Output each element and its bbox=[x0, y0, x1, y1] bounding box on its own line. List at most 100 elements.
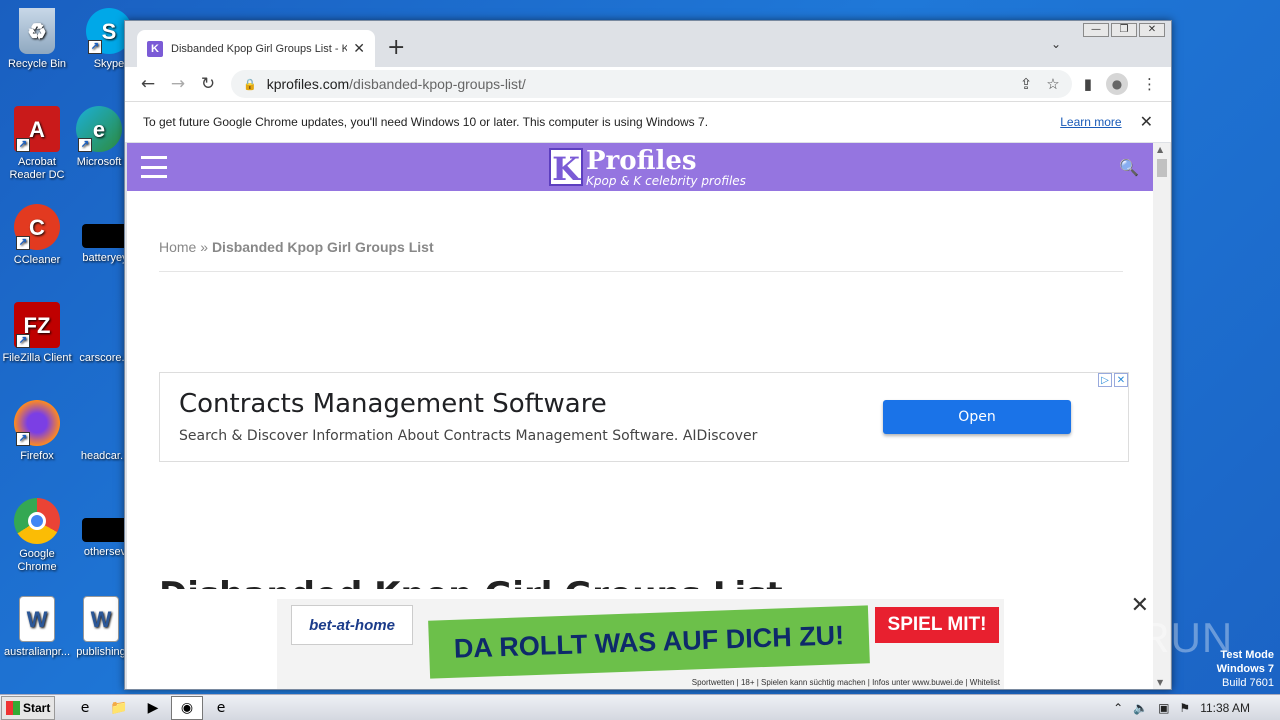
banner-slogan: DA ROLLT WAS AUF DICH ZU! bbox=[428, 605, 870, 679]
site-header: K Profiles Kpop & K celebrity profiles 🔍 bbox=[127, 143, 1153, 191]
clock[interactable]: 11:38 AM bbox=[1200, 701, 1250, 715]
bet-at-home-logo: bet-at-home bbox=[291, 605, 413, 645]
test-mode-line1: Test Mode bbox=[1220, 649, 1274, 661]
action-center-flag-icon[interactable]: ⚑ bbox=[1179, 701, 1190, 715]
desktop-icon-recycle-bin[interactable]: ♻ Recycle Bin bbox=[0, 8, 74, 71]
close-tab-icon[interactable]: ✕ bbox=[353, 40, 365, 57]
banner-disclaimer: Sportwetten | 18+ | Spielen kann süchtig… bbox=[691, 678, 1000, 687]
breadcrumb-separator: » bbox=[196, 239, 212, 255]
ad-info-icon[interactable]: ▷ bbox=[1098, 373, 1112, 387]
share-icon[interactable]: ⇪ bbox=[1020, 75, 1033, 93]
word-document-icon: W bbox=[83, 596, 119, 642]
taskbar-chrome-icon[interactable]: ◉ bbox=[171, 695, 203, 720]
ad-close-icon[interactable]: ✕ bbox=[1114, 373, 1128, 387]
acrobat-icon: A ↗ bbox=[14, 106, 60, 152]
banner-cta-button[interactable]: SPIEL MIT! bbox=[875, 607, 999, 643]
tab-bar: K Disbanded Kpop Girl Groups List - Kp ✕… bbox=[125, 21, 1171, 67]
ccleaner-icon: C ↗ bbox=[14, 204, 60, 250]
kprofiles-favicon-icon: K bbox=[147, 40, 163, 57]
start-button[interactable]: Start bbox=[1, 695, 55, 720]
url-path: /disbanded-kpop-groups-list/ bbox=[349, 76, 526, 92]
search-icon[interactable]: 🔍 bbox=[1119, 158, 1139, 177]
tab-title: Disbanded Kpop Girl Groups List - Kp bbox=[171, 42, 348, 55]
taskbar-media-player-icon[interactable]: ▶ bbox=[137, 696, 169, 720]
back-button[interactable]: ← bbox=[133, 74, 163, 94]
anyrun-watermark: ANY RUN bbox=[1038, 614, 1234, 661]
desktop-icon-label: Firefox bbox=[20, 450, 54, 462]
desktop-icon-label: Recycle Bin bbox=[7, 58, 67, 70]
chrome-icon bbox=[14, 498, 60, 544]
scroll-down-icon[interactable]: ▼ bbox=[1157, 678, 1163, 687]
file-icon bbox=[82, 224, 128, 248]
scroll-up-icon[interactable]: ▲ bbox=[1157, 145, 1163, 154]
breadcrumb-home-link[interactable]: Home bbox=[159, 239, 196, 255]
ad-title[interactable]: Contracts Management Software bbox=[179, 389, 607, 419]
taskbar-explorer-icon[interactable]: 📁 bbox=[103, 696, 135, 720]
desktop-icon-label: Skype bbox=[93, 58, 125, 70]
site-logo[interactable]: K Profiles Kpop & K celebrity profiles bbox=[549, 148, 746, 188]
close-infobar-icon[interactable]: ✕ bbox=[1140, 112, 1153, 132]
url-domain: kprofiles.com bbox=[266, 76, 350, 92]
firefox-icon: ↗ bbox=[14, 400, 60, 446]
learn-more-link[interactable]: Learn more bbox=[1060, 115, 1121, 129]
logo-letter: K bbox=[549, 148, 583, 188]
desktop-icon-label: Acrobat Reader DC bbox=[9, 156, 65, 181]
network-icon[interactable]: ▣ bbox=[1158, 701, 1169, 715]
taskbar: Start e 📁 ▶ ◉ e ⌃ 🔈 ▣ ⚑ 11:38 AM bbox=[0, 694, 1280, 720]
logo-name: Profiles bbox=[586, 146, 697, 176]
bookmark-star-icon[interactable]: ☆ bbox=[1046, 75, 1059, 93]
new-tab-button[interactable]: + bbox=[387, 35, 405, 60]
ad-description: Search & Discover Information About Cont… bbox=[179, 428, 758, 444]
desktop-icon-label: publishing bbox=[76, 646, 126, 658]
hamburger-menu-icon[interactable] bbox=[141, 156, 167, 178]
sticky-banner-ad[interactable]: ✕ bet-at-home DA ROLLT WAS AUF DICH ZU! … bbox=[127, 589, 1153, 689]
infobar-message: To get future Google Chrome updates, you… bbox=[143, 115, 709, 129]
lock-icon[interactable]: 🔒 bbox=[243, 78, 257, 91]
desktop-icon-label: othersev bbox=[83, 546, 127, 558]
profile-avatar-icon[interactable]: ● bbox=[1106, 73, 1128, 95]
browser-toolbar: ← → ↻ 🔒 kprofiles.com/disbanded-kpop-gro… bbox=[125, 67, 1171, 101]
desktop-icon-label: batteryey bbox=[82, 252, 128, 264]
browser-window: — ❐ ✕ K Disbanded Kpop Girl Groups List … bbox=[124, 20, 1172, 690]
ad-open-button[interactable]: Open bbox=[883, 400, 1071, 434]
start-label: Start bbox=[23, 700, 51, 715]
desktop-icon-ccleaner[interactable]: C ↗ CCleaner bbox=[0, 204, 74, 267]
address-bar[interactable]: 🔒 kprofiles.com/disbanded-kpop-groups-li… bbox=[231, 70, 1072, 98]
scrollbar-thumb[interactable] bbox=[1157, 159, 1167, 177]
kebab-menu-icon[interactable]: ⋮ bbox=[1142, 75, 1157, 93]
browser-tab[interactable]: K Disbanded Kpop Girl Groups List - Kp ✕ bbox=[137, 30, 375, 67]
windows-flag-icon bbox=[6, 700, 20, 715]
file-icon bbox=[82, 302, 128, 348]
taskbar-edge-icon[interactable]: e bbox=[205, 696, 237, 720]
desktop-icon-chrome[interactable]: Google Chrome bbox=[0, 498, 74, 574]
desktop-icon-label: headcar... bbox=[80, 450, 130, 462]
volume-icon[interactable]: 🔈 bbox=[1133, 701, 1148, 715]
tray-expand-icon[interactable]: ⌃ bbox=[1113, 701, 1123, 715]
desktop-icon-label: FileZilla Client bbox=[2, 352, 72, 364]
tab-search-chevron-icon[interactable]: ⌄ bbox=[1051, 37, 1061, 51]
desktop-icon-label: Microsoft bbox=[76, 156, 122, 168]
file-icon bbox=[82, 518, 128, 542]
ad-choices[interactable]: ▷ ✕ bbox=[1098, 373, 1128, 387]
side-panel-icon[interactable]: ▮ bbox=[1084, 75, 1092, 93]
banner-creative[interactable]: bet-at-home DA ROLLT WAS AUF DICH ZU! SP… bbox=[277, 599, 1004, 689]
breadcrumb-current: Disbanded Kpop Girl Groups List bbox=[211, 239, 434, 255]
page-scrollbar[interactable]: ▲ ▼ bbox=[1153, 143, 1170, 689]
desktop-icon-firefox[interactable]: ↗ Firefox bbox=[0, 400, 74, 463]
word-document-icon: W bbox=[19, 596, 55, 642]
taskbar-ie-icon[interactable]: e bbox=[69, 696, 101, 720]
test-mode-watermark: Test Mode Windows 7 Build 7601 bbox=[1217, 648, 1274, 690]
system-tray: ⌃ 🔈 ▣ ⚑ 11:38 AM bbox=[1113, 695, 1280, 720]
recycle-bin-icon: ♻ bbox=[19, 8, 55, 54]
desktop-icon-filezilla[interactable]: FZ ↗ FileZilla Client bbox=[0, 302, 74, 365]
text-ad[interactable]: ▷ ✕ Contracts Management Software Search… bbox=[159, 372, 1129, 462]
file-icon bbox=[82, 400, 128, 446]
divider bbox=[159, 271, 1123, 272]
logo-tagline: Kpop & K celebrity profiles bbox=[586, 174, 746, 188]
forward-button[interactable]: → bbox=[163, 74, 193, 94]
test-mode-line2: Windows 7 bbox=[1216, 663, 1274, 675]
reload-button[interactable]: ↻ bbox=[193, 74, 223, 94]
desktop-icon-label: carscore... bbox=[79, 352, 131, 364]
desktop-icon-australianpr[interactable]: W australianpr... bbox=[0, 596, 74, 659]
test-mode-line3: Build 7601 bbox=[1222, 677, 1274, 689]
